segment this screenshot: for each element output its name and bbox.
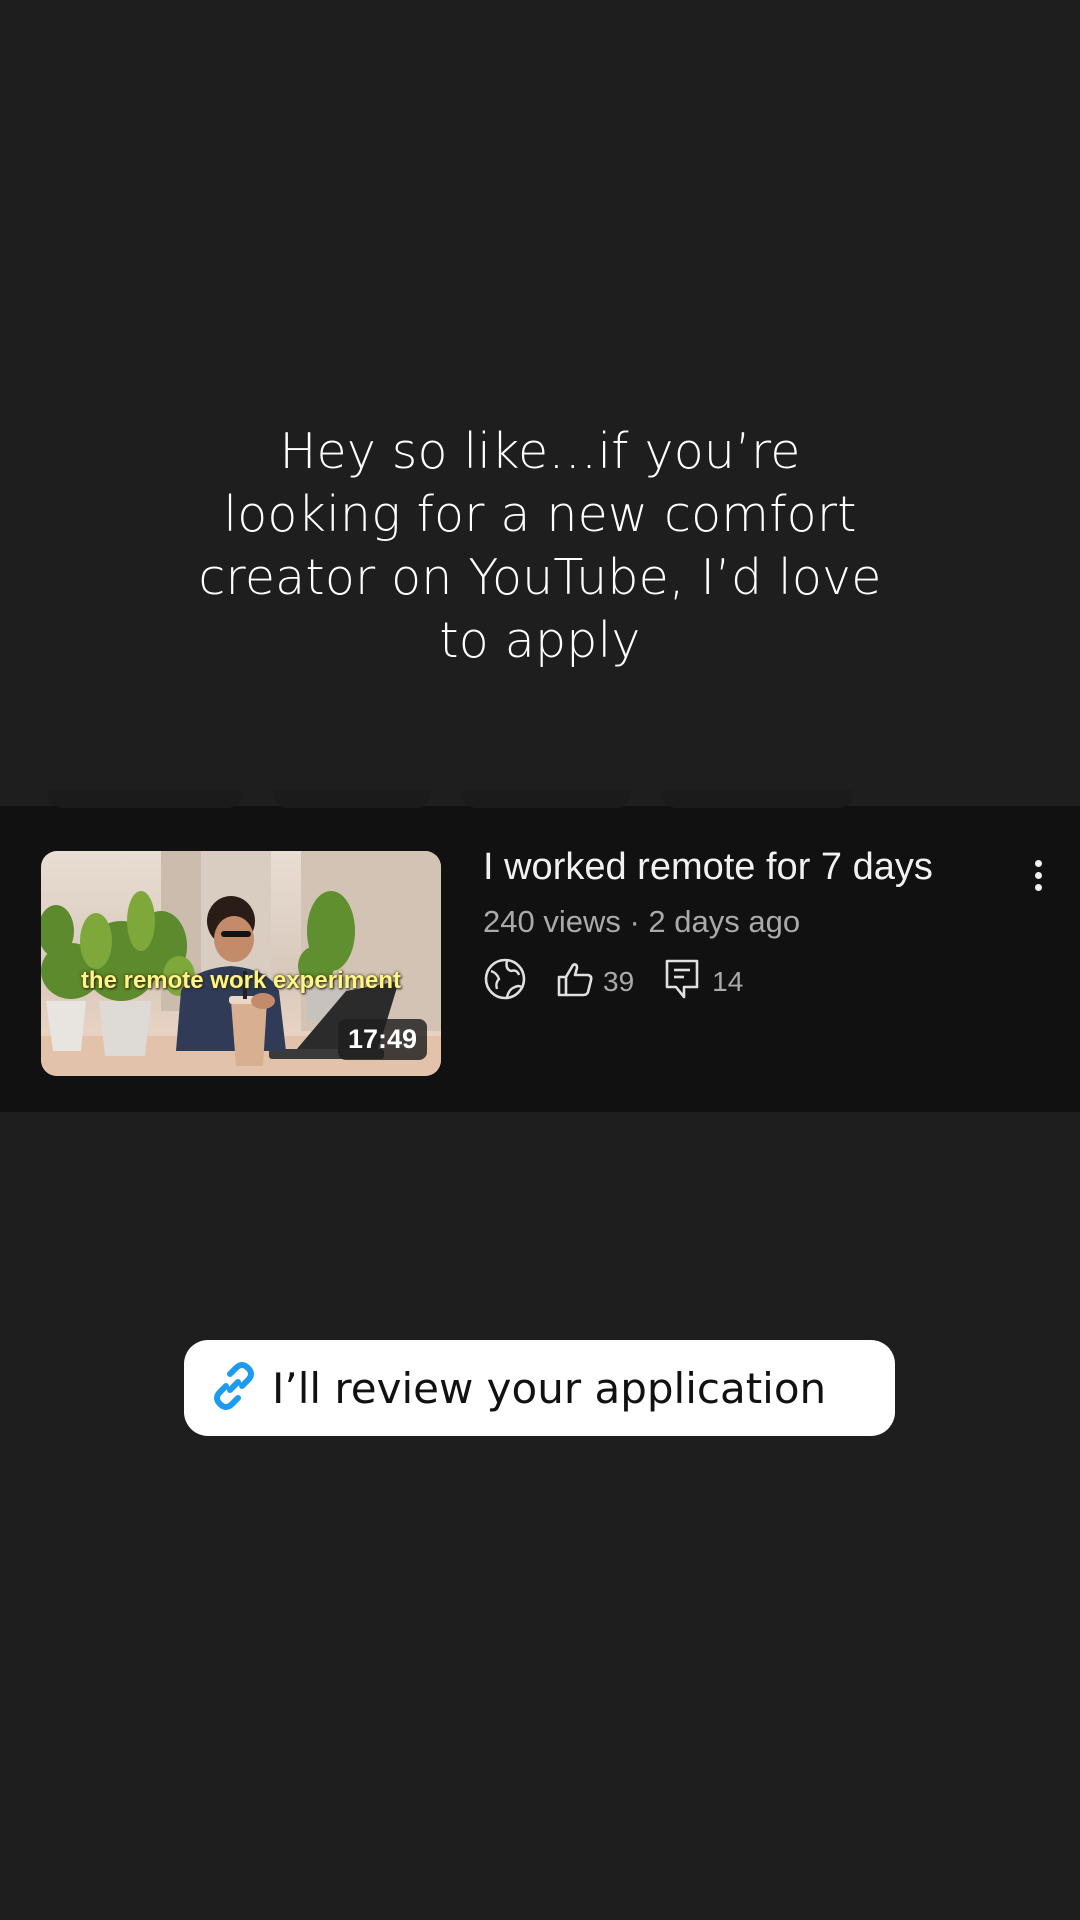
link-icon (206, 1358, 262, 1418)
video-thumbnail[interactable]: the remote work experiment 17:49 (41, 851, 441, 1076)
comment-icon[interactable] (664, 958, 700, 1007)
caption-text: Hey so like…if you’re looking for a new … (198, 423, 882, 669)
chip (462, 790, 630, 808)
like-count: 39 (603, 966, 635, 997)
globe-icon (483, 957, 527, 1008)
link-sticker-label: I’ll review your application (272, 1363, 827, 1413)
video-stats-row: 39 14 (483, 958, 743, 1006)
menu-dot (1035, 872, 1042, 879)
menu-dot (1035, 860, 1042, 867)
chip (274, 790, 430, 808)
thumbnail-title-overlay: the remote work experiment (80, 967, 402, 994)
video-duration-badge: 17:49 (337, 1019, 427, 1060)
video-title[interactable]: I worked remote for 7 days (483, 846, 933, 889)
video-views-and-age: 240 views · 2 days ago (483, 904, 801, 939)
more-vert-icon[interactable] (1024, 856, 1054, 896)
chip (48, 790, 242, 808)
comment-count: 14 (712, 966, 744, 997)
link-sticker-button[interactable]: I’ll review your application (184, 1340, 895, 1436)
chip (662, 790, 852, 808)
menu-dot (1035, 884, 1042, 891)
thumbs-up-icon[interactable] (555, 959, 595, 1006)
filter-chips-partial (0, 790, 1080, 810)
story-screen: Hey so like…if you’re looking for a new … (0, 0, 1080, 1920)
